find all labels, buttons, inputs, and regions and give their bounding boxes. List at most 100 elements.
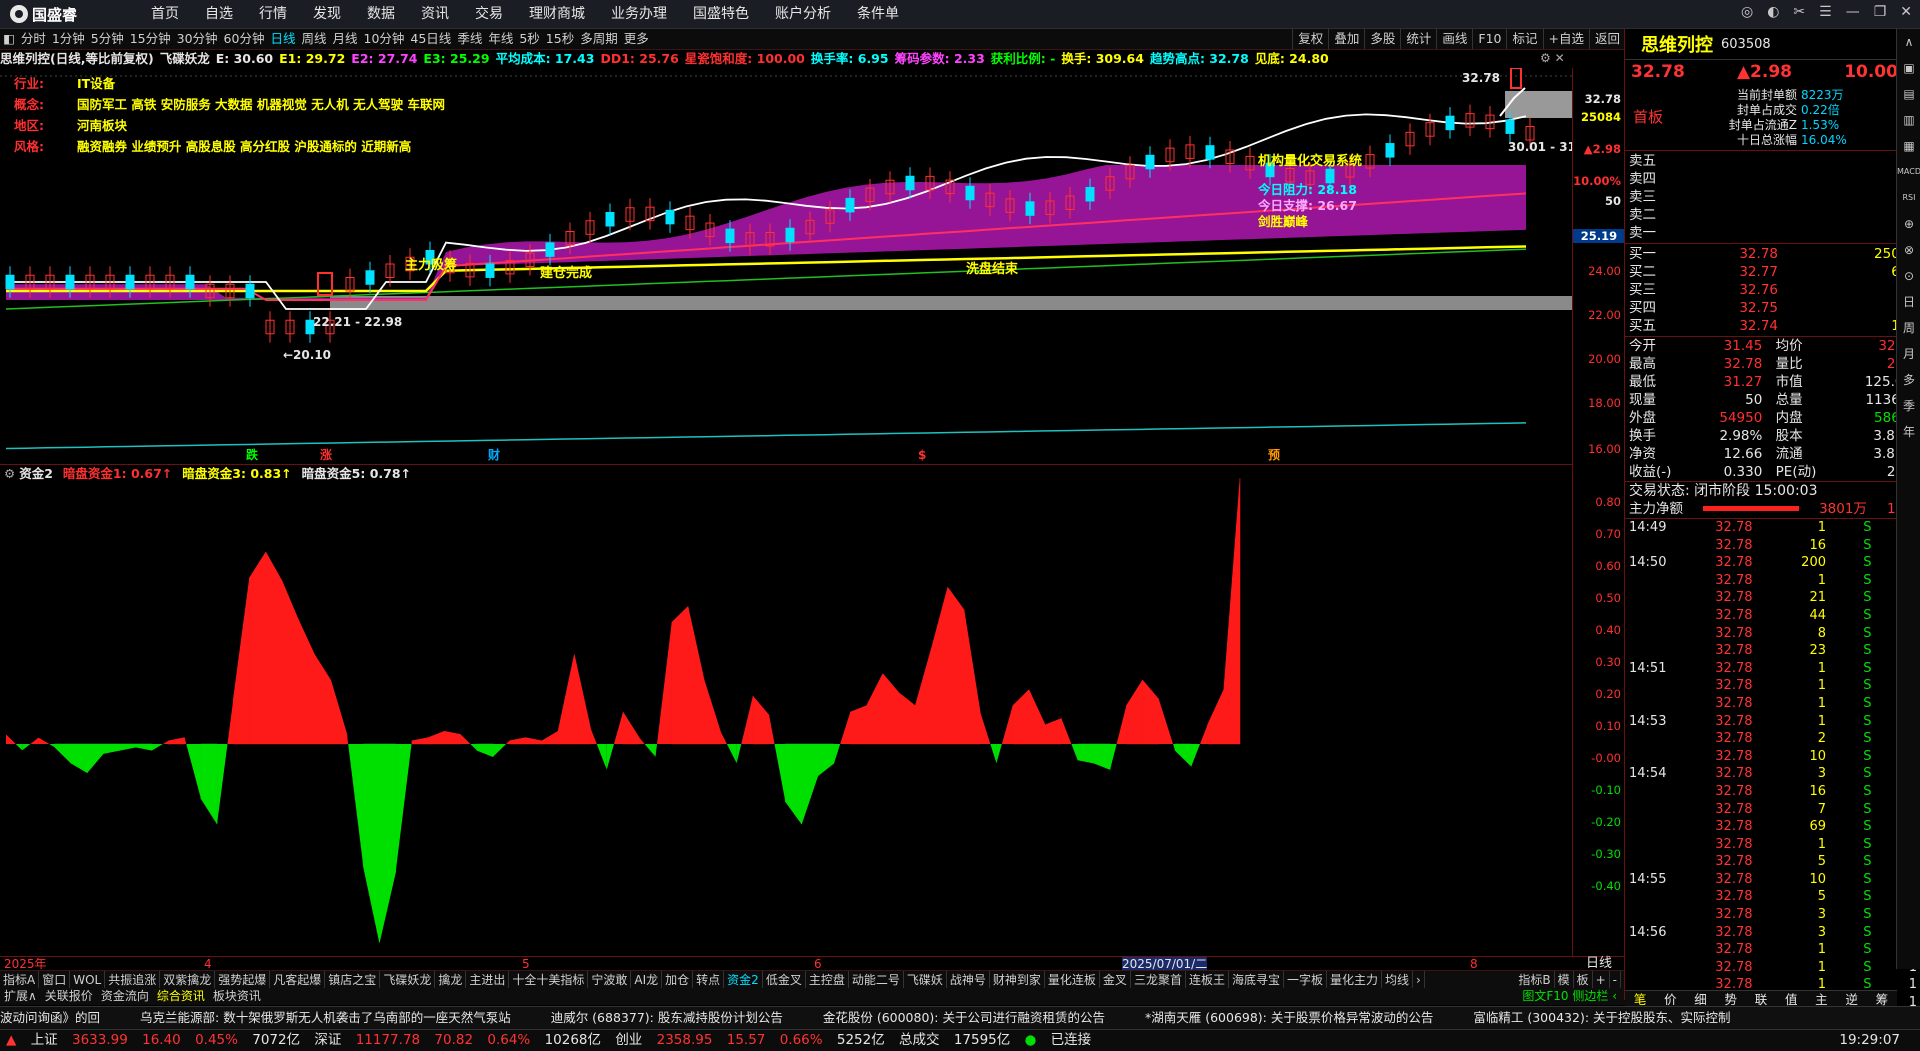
indicator-tab[interactable]: 一字板 xyxy=(1284,971,1327,989)
book-row[interactable]: 卖五 xyxy=(1625,152,1920,170)
news-item[interactable]: 金花股份 (600080): 关于公司进行融资租赁的公告 xyxy=(823,1007,1105,1029)
indicator-tab[interactable]: 双紫擒龙 xyxy=(160,971,215,989)
book-row[interactable]: 买二32.77643 xyxy=(1625,263,1920,281)
menu-item[interactable]: 首页 xyxy=(138,0,192,28)
sidebar-button[interactable]: 年 xyxy=(1897,419,1920,445)
sidebar-button[interactable]: ⊙ xyxy=(1897,263,1920,289)
indicator-tab[interactable]: 宁波敢 xyxy=(588,971,631,989)
indicator-tab[interactable]: 量化主力 xyxy=(1327,971,1382,989)
period-tab[interactable]: 15分钟 xyxy=(127,29,174,49)
side-panel-toggle[interactable]: 图文F10 侧边栏 ‹ xyxy=(1518,988,1621,1005)
book-row[interactable]: 买三32.7612 xyxy=(1625,281,1920,299)
info-tab[interactable]: 关联报价 xyxy=(41,988,97,1005)
indicator-tab[interactable]: 主控盘 xyxy=(806,971,849,989)
period-tab[interactable]: 60分钟 xyxy=(221,29,268,49)
indicator-tab[interactable]: 量化连板 xyxy=(1045,971,1100,989)
indicator-tab-control[interactable]: 模 xyxy=(1555,971,1574,989)
sidebar-button[interactable]: MACD xyxy=(1897,159,1920,185)
chart-tool-button[interactable]: 多股 xyxy=(1364,29,1400,49)
skin-icon[interactable]: ◐ xyxy=(1767,4,1779,20)
book-row[interactable]: 买一32.7825084 xyxy=(1625,245,1920,263)
sidebar-button[interactable]: 季 xyxy=(1897,393,1920,419)
menu-item[interactable]: 自选 xyxy=(192,0,246,28)
indicator-tab[interactable]: 共振追涨 xyxy=(105,971,160,989)
sidebar-button[interactable]: ▦ xyxy=(1897,133,1920,159)
indicator-tab[interactable]: 低金叉 xyxy=(763,971,806,989)
period-tab[interactable]: 45日线 xyxy=(407,29,454,49)
indicator-tab[interactable]: 强势起爆 xyxy=(215,971,270,989)
menu-item[interactable]: 条件单 xyxy=(844,0,912,28)
period-tab[interactable]: 更多 xyxy=(621,29,652,49)
menu-item[interactable]: 资讯 xyxy=(408,0,462,28)
indicator-tab[interactable]: 凡客起爆 xyxy=(270,971,325,989)
indicator-tab[interactable]: 均线 xyxy=(1382,971,1413,989)
book-row[interactable]: 卖四 xyxy=(1625,170,1920,188)
indicator-settings-icon[interactable]: ⚙ ✕ xyxy=(1540,51,1565,65)
chart-tool-button[interactable]: 复权 xyxy=(1292,29,1328,49)
indicator-tab[interactable]: 窗口 xyxy=(39,971,70,989)
period-tab[interactable]: 多周期 xyxy=(577,29,621,49)
indicator-tab[interactable]: 海底寻宝 xyxy=(1229,971,1284,989)
indicator-tab[interactable]: 十全十美指标 xyxy=(509,971,588,989)
book-row[interactable]: 买五32.74182 xyxy=(1625,317,1920,335)
candlestick-chart[interactable]: 32.78←20.1022.21 - 22.9830.01 - 31.2主力吸筹… xyxy=(0,68,1572,464)
period-tab[interactable]: 日线 xyxy=(267,29,298,49)
indicator-tab-control[interactable]: + xyxy=(1593,971,1610,989)
news-item[interactable]: 迪威尔 (688377): 股东减持股份计划公告 xyxy=(551,1007,783,1029)
menu-item[interactable]: 账户分析 xyxy=(762,0,844,28)
minimize-button[interactable]: — xyxy=(1846,4,1860,20)
menu-item[interactable]: 发现 xyxy=(300,0,354,28)
news-ticker[interactable]: 波动问询函》的回乌克兰能源部: 数十架俄罗斯无人机袭击了乌南部的一座天然气泵站迪… xyxy=(0,1006,1920,1029)
indicator-tab[interactable]: 战神号 xyxy=(947,971,990,989)
sidebar-button[interactable]: ⊗ xyxy=(1897,237,1920,263)
menu-icon[interactable]: ☰ xyxy=(1819,4,1832,20)
menu-item[interactable]: 国盛特色 xyxy=(680,0,762,28)
tools-icon[interactable]: ✂ xyxy=(1793,4,1805,20)
news-item[interactable]: *湖南天雁 (600698): 关于股票价格异常波动的公告 xyxy=(1145,1007,1433,1029)
info-tab[interactable]: 板块资讯 xyxy=(209,988,265,1005)
book-row[interactable]: 买四32.7540 xyxy=(1625,299,1920,317)
indicator-tab[interactable]: 三龙聚首 xyxy=(1131,971,1186,989)
indicator-tab[interactable]: AI龙 xyxy=(631,971,662,989)
period-tab[interactable]: 5分钟 xyxy=(88,29,127,49)
tick-list[interactable]: 14:4932.781S132.7816S114:5032.78200S132.… xyxy=(1625,519,1920,1012)
sidebar-button[interactable]: ▤ xyxy=(1897,81,1920,107)
close-button[interactable]: ✕ xyxy=(1900,4,1912,20)
indicator-tab[interactable]: 主进出 xyxy=(466,971,509,989)
chart-tool-button[interactable]: 画线 xyxy=(1436,29,1472,49)
news-item[interactable]: 乌克兰能源部: 数十架俄罗斯无人机袭击了乌南部的一座天然气泵站 xyxy=(140,1007,511,1029)
chart-tool-button[interactable]: +自选 xyxy=(1543,29,1589,49)
book-row[interactable]: 卖三 xyxy=(1625,188,1920,206)
book-row[interactable]: 卖一 xyxy=(1625,224,1920,242)
indicator-tab[interactable]: 镇店之宝 xyxy=(325,971,380,989)
chart-tool-button[interactable]: 叠加 xyxy=(1328,29,1364,49)
chart-tool-button[interactable]: 返回 xyxy=(1589,29,1625,49)
period-tab[interactable]: 分时 xyxy=(18,29,49,49)
fund-flow-histogram[interactable] xyxy=(0,468,1572,956)
sidebar-button[interactable]: 月 xyxy=(1897,341,1920,367)
news-item[interactable]: 富临精工 (300432): 关于控股股东、实际控制 xyxy=(1473,1007,1730,1029)
message-icon[interactable]: ◎ xyxy=(1741,4,1753,20)
menu-item[interactable]: 数据 xyxy=(354,0,408,28)
indicator-tab-control[interactable]: 指标B xyxy=(1515,971,1554,989)
menu-item[interactable]: 行情 xyxy=(246,0,300,28)
info-tab[interactable]: 综合资讯 xyxy=(153,988,209,1005)
sidebar-button[interactable]: ⊕ xyxy=(1897,211,1920,237)
indicator-tab[interactable]: WOL xyxy=(70,971,105,989)
period-toggle-icon[interactable]: ◧ xyxy=(0,29,18,49)
period-tab[interactable]: 10分钟 xyxy=(361,29,408,49)
sidebar-button[interactable]: RSI xyxy=(1897,185,1920,211)
indicator-tab[interactable]: › xyxy=(1413,971,1425,989)
indicator-tab[interactable]: 擒龙 xyxy=(435,971,466,989)
indicator-tab[interactable]: 转点 xyxy=(693,971,724,989)
indicator-tab[interactable]: 飞碟妖龙 xyxy=(380,971,435,989)
sidebar-button[interactable]: ∧ xyxy=(1897,29,1920,55)
period-tab[interactable]: 季线 xyxy=(454,29,485,49)
period-tab[interactable]: 月线 xyxy=(329,29,360,49)
period-tab[interactable]: 5秒 xyxy=(516,29,542,49)
maximize-button[interactable]: ❐ xyxy=(1874,4,1887,20)
indicator-tab[interactable]: 飞碟妖 xyxy=(904,971,947,989)
menu-item[interactable]: 理财商城 xyxy=(516,0,598,28)
chart-tool-button[interactable]: F10 xyxy=(1472,29,1506,49)
period-tab[interactable]: 年线 xyxy=(485,29,516,49)
